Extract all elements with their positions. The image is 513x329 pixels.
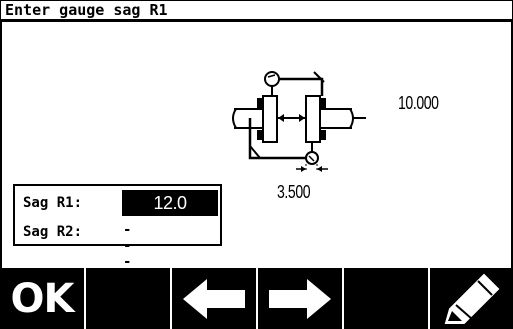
left-coupling-half [262,95,278,143]
distance-value: 10.000 [398,93,439,113]
next-button[interactable] [258,268,342,329]
bottom-toolbar: OK [0,268,513,329]
dial-gauge-top-icon [264,71,280,87]
sag-r1-input[interactable]: 12.0 [122,190,218,216]
screen: Enter gauge sag R1 10.000 3.500 Sag R1: … [0,0,513,329]
ok-button-label: OK [10,275,75,322]
pencil-icon [444,273,499,324]
page-title: Enter gauge sag R1 [5,1,168,19]
right-coupling-half [305,95,321,143]
arrow-right-icon [269,278,331,319]
blank-button-1[interactable] [86,268,170,329]
edit-button[interactable] [430,268,513,329]
previous-button[interactable] [172,268,256,329]
ok-button[interactable]: OK [0,268,84,329]
title-bar: Enter gauge sag R1 [0,0,513,20]
frame-left-border [0,20,2,268]
offset-value: 3.500 [277,182,311,202]
sag-r1-label: Sag R1: [23,195,83,211]
gauge-sag-diagram [232,71,366,172]
arrow-left-icon [183,278,245,319]
sag-input-panel: Sag R1: 12.0 Sag R2: ---- [13,184,222,286]
title-divider [0,20,513,22]
sag-r2-label: Sag R2: [23,224,83,240]
blank-button-2[interactable] [344,268,428,329]
